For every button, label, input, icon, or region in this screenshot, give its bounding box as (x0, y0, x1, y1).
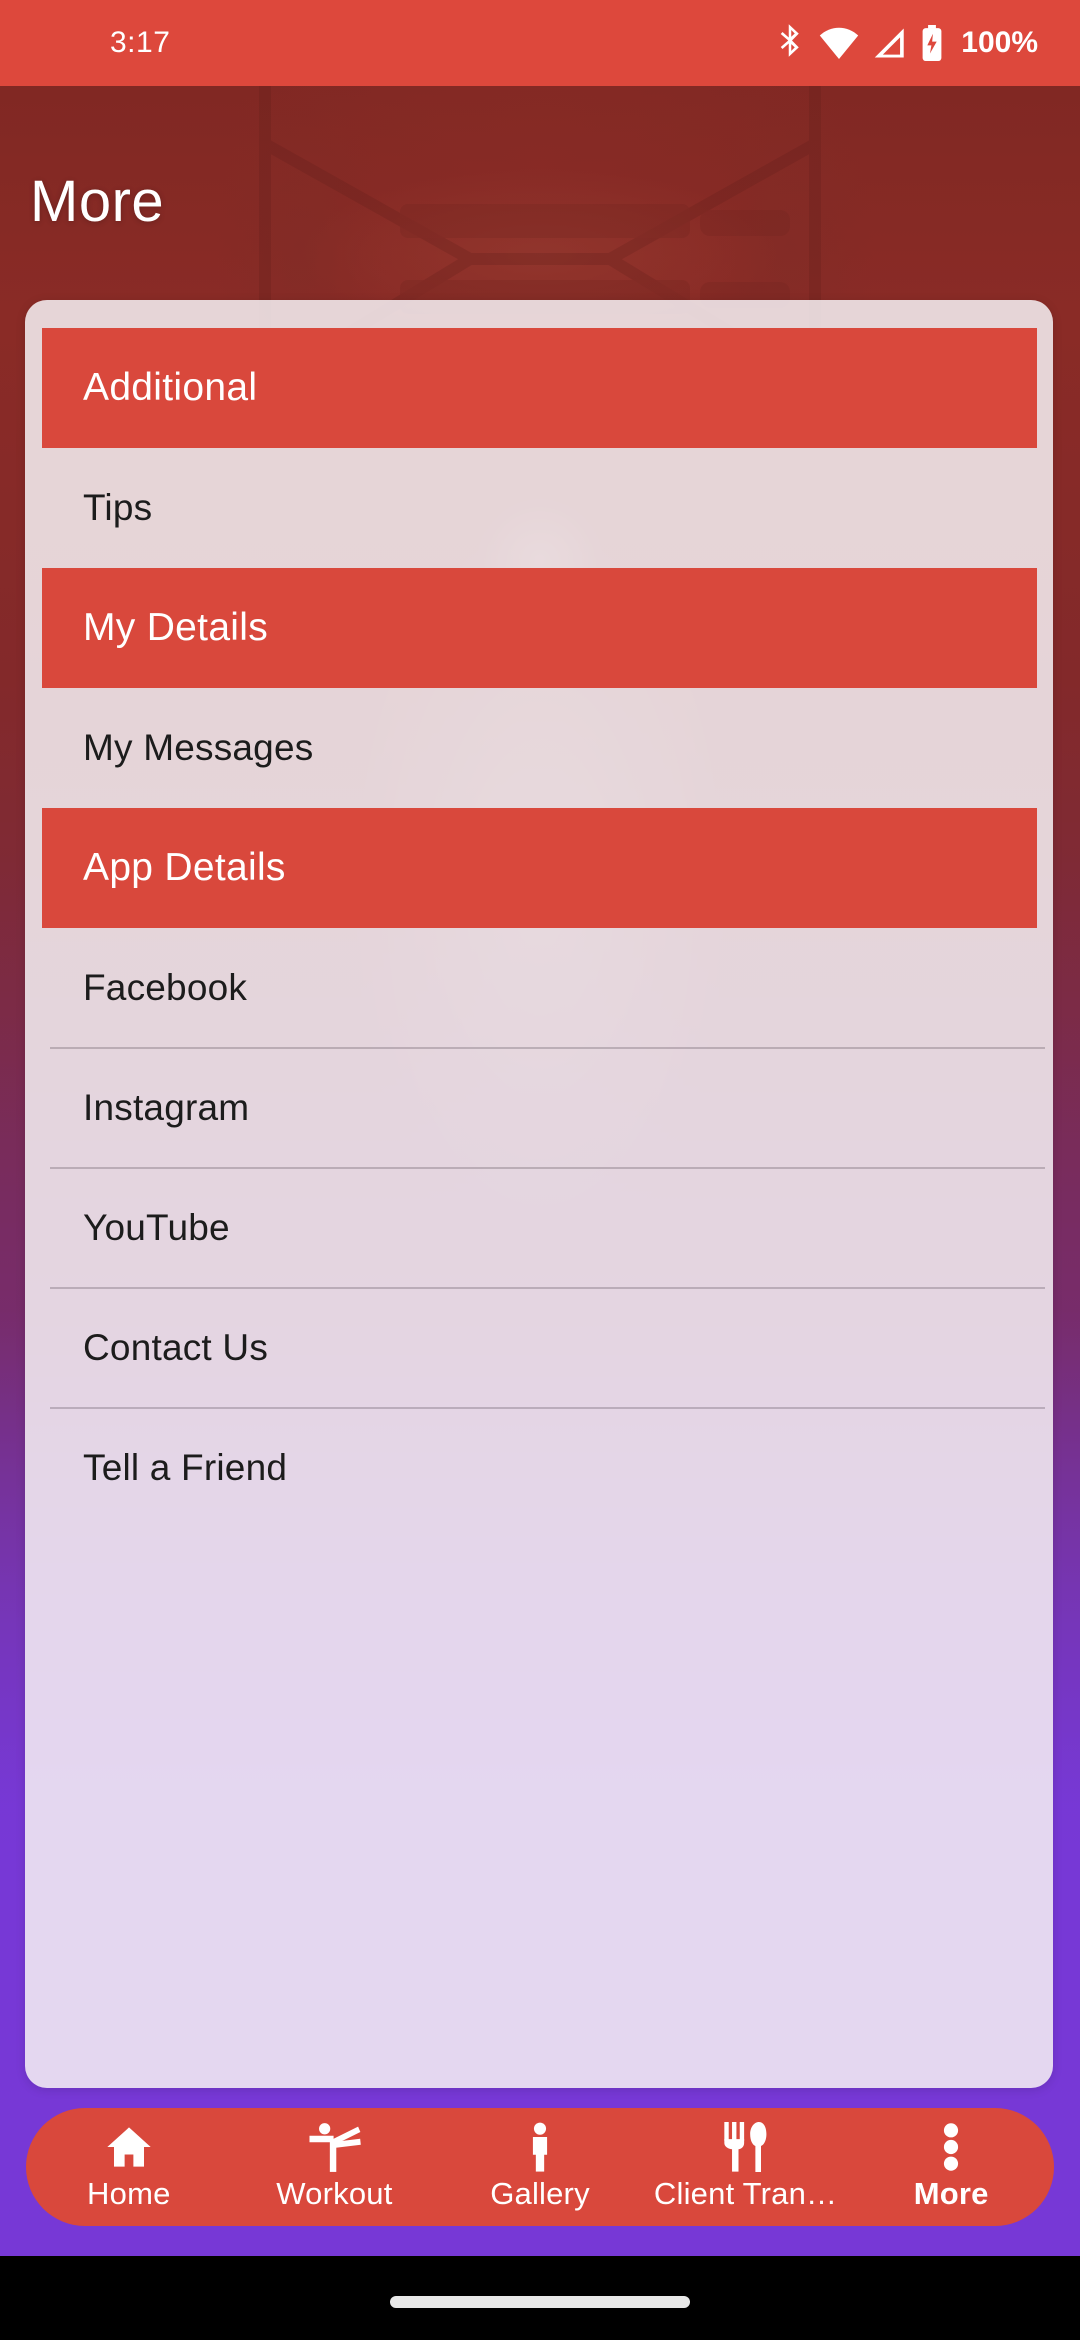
nav-item-label: Client Tran… (653, 2176, 838, 2211)
section-header-app-details: App Details (42, 808, 1037, 928)
karate-kick-icon (307, 2122, 362, 2172)
list-item[interactable]: Tips (42, 448, 1037, 568)
list-item[interactable]: Tell a Friend (42, 1408, 1037, 1528)
list-item-label: YouTube (83, 1207, 230, 1248)
phone-screen: 3:17 100% More Additional Tips My Details M… (0, 0, 1080, 2340)
list-item[interactable]: Instagram (42, 1048, 1037, 1168)
list-item[interactable]: Facebook (42, 928, 1037, 1048)
list-item-label: Instagram (83, 1087, 250, 1128)
list-item-label: Facebook (83, 967, 248, 1008)
page-title: More (30, 169, 165, 234)
nav-item-label: Gallery (490, 2176, 590, 2211)
status-bar-clock: 3:17 (110, 26, 171, 59)
list-item[interactable]: Contact Us (42, 1288, 1037, 1408)
section-header-label: App Details (83, 846, 286, 889)
nav-item-home[interactable]: Home (26, 2108, 232, 2226)
cellular-signal-icon (873, 27, 907, 59)
menu-list: Additional Tips My Details My Messages App D… (25, 300, 1053, 2088)
list-item-label: My Messages (83, 727, 314, 768)
nav-item-label: Home (87, 2176, 171, 2211)
three-dots-vertical-icon (942, 2122, 960, 2172)
section-header-my-details: My Details (42, 568, 1037, 688)
list-item-label: Tell a Friend (83, 1447, 288, 1488)
battery-percent-label: 100% (961, 26, 1038, 59)
list-item-label: Tips (83, 487, 153, 528)
nav-item-more[interactable]: More (848, 2108, 1054, 2226)
home-icon (104, 2122, 154, 2172)
wifi-icon (819, 27, 859, 59)
section-header-label: Additional (83, 366, 258, 409)
status-bar: 3:17 100% (0, 0, 1080, 86)
nav-item-label: More (913, 2176, 989, 2211)
nav-item-label: Workout (276, 2176, 393, 2211)
nav-item-gallery[interactable]: Gallery (437, 2108, 643, 2226)
nav-item-workout[interactable]: Workout (232, 2108, 438, 2226)
list-item-label: Contact Us (83, 1327, 269, 1368)
section-header-label: My Details (83, 606, 269, 649)
list-item[interactable]: My Messages (42, 688, 1037, 808)
more-menu-card: Additional Tips My Details My Messages App D… (25, 300, 1053, 2088)
bluetooth-icon (775, 24, 805, 62)
person-icon (527, 2122, 553, 2172)
section-header-additional: Additional (42, 328, 1037, 448)
bottom-navigation-bar[interactable]: Home Workout Gallery Client Tran… More (26, 2108, 1054, 2226)
list-item[interactable]: YouTube (42, 1168, 1037, 1288)
status-bar-icons: 100% (775, 24, 1038, 62)
nav-item-client-tran[interactable]: Client Tran… (643, 2108, 849, 2226)
gesture-handle[interactable] (390, 2296, 690, 2308)
battery-charging-icon (921, 25, 943, 61)
cutlery-icon (723, 2122, 769, 2172)
